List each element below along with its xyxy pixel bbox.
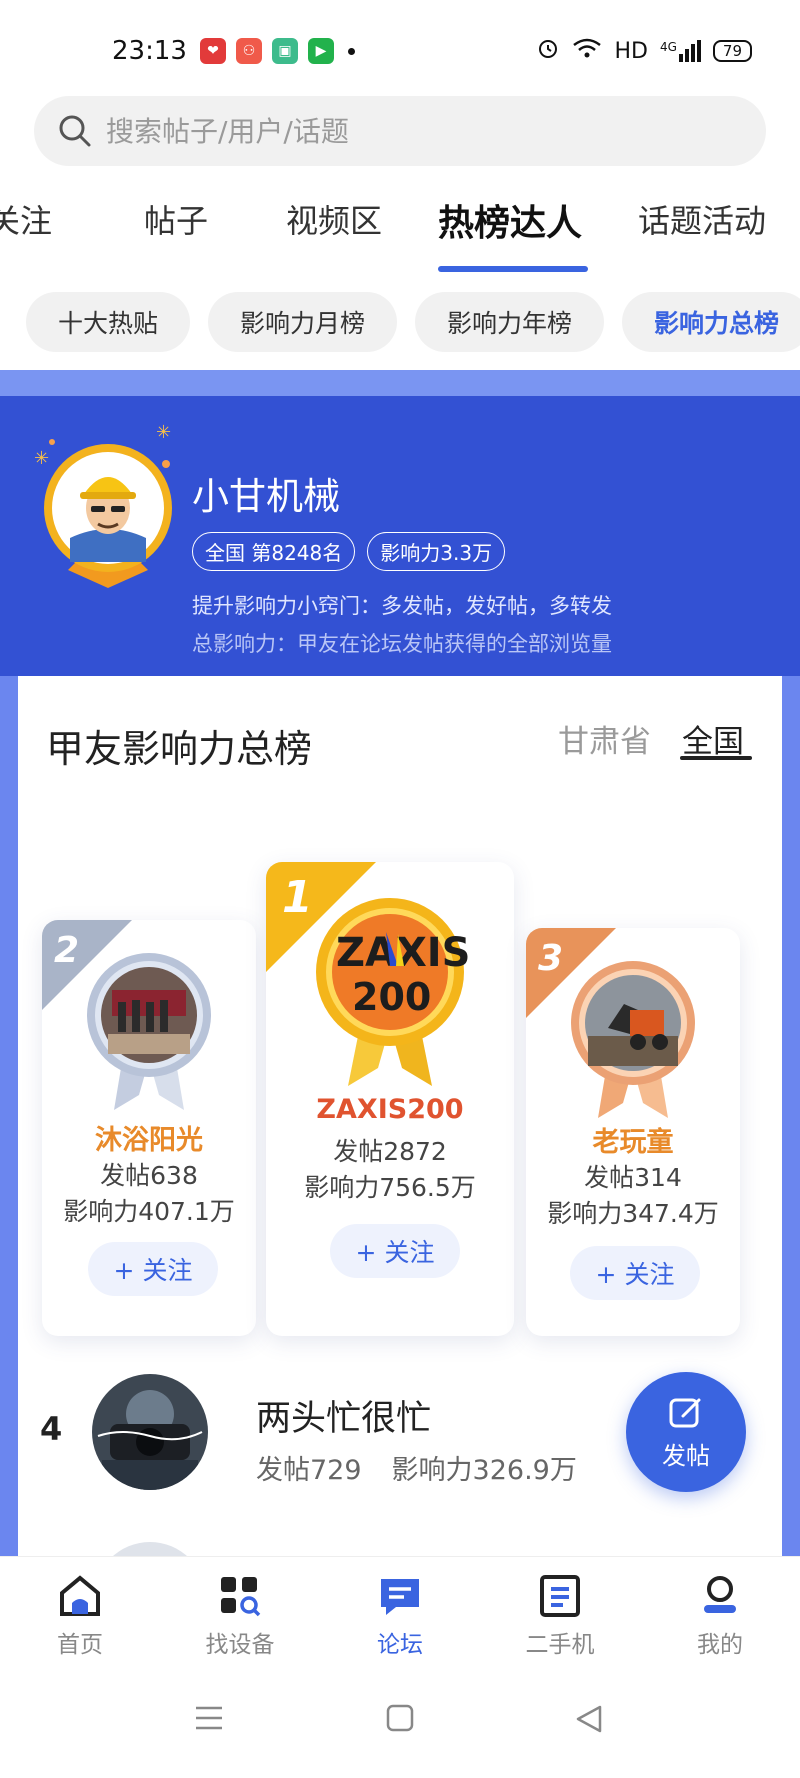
tab-hot-ranking[interactable]: 热榜达人 (438, 194, 582, 246)
tab-videos[interactable]: 视频区 (286, 196, 382, 242)
new-post-button[interactable]: 发帖 (626, 1372, 746, 1492)
search-icon (59, 115, 91, 147)
home-square-icon[interactable] (386, 1704, 414, 1732)
nav-find-equipment[interactable]: 找设备 (180, 1575, 300, 1659)
podium-influence-2: 影响力407.1万 (63, 1197, 235, 1226)
lottery-app-icon: ❤ (200, 38, 226, 64)
ranking-filter-chips: 十大热贴 影响力月榜 影响力年榜 影响力总榜 (26, 292, 800, 352)
nav-forum[interactable]: 论坛 (340, 1575, 460, 1659)
search-input[interactable] (106, 114, 706, 148)
more-notifications-dot (348, 47, 355, 55)
status-bar: 23:13 ❤ ⚇ ▣ ▶ HD 4G 79 (0, 0, 800, 92)
silver-medal-avatar (87, 953, 211, 1110)
influence-tip: 提升影响力小窍门：多发帖，发好帖，多转发 (192, 594, 612, 618)
notification-icons: ❤ ⚇ ▣ ▶ (200, 38, 355, 64)
list-stats-4: 发帖729 影响力326.9万 (256, 1448, 577, 1487)
podium-rank-2: 2 (54, 930, 80, 971)
status-right: HD 4G 79 (536, 36, 752, 66)
alarm-icon (536, 36, 560, 66)
my-influence-badge: 影响力3.3万 (367, 532, 506, 571)
new-post-label: 发帖 (662, 1441, 710, 1470)
my-name: 小甘机械 (192, 475, 340, 518)
podium-card-1[interactable]: 1 ZAXIS 200 ZAXIS200 发帖2872 影响力756.5万 + … (266, 862, 514, 1336)
podium-posts-1: 发帖2872 (333, 1137, 447, 1166)
top-tabs: 关注 帖子 视频区 热榜达人 话题活动 (0, 196, 800, 276)
podium-rank-3: 3 (538, 938, 564, 979)
chip-monthly[interactable]: 影响力月榜 (208, 292, 398, 352)
scope-country-tab[interactable]: 全国 (682, 716, 744, 761)
tab-posts[interactable]: 帖子 (144, 196, 208, 242)
podium-name-3: 老玩童 (592, 1127, 674, 1158)
podium-posts-2: 发帖638 (100, 1161, 198, 1190)
network-type: HD (614, 38, 648, 64)
follow-button-2[interactable]: + 关注 (88, 1242, 218, 1296)
band-side-left (0, 676, 18, 1556)
svg-text:200: 200 (352, 975, 431, 1019)
bronze-medal-avatar (571, 961, 695, 1118)
grid-search-icon (221, 1577, 261, 1617)
list-posts-4: 发帖729 (256, 1455, 362, 1486)
home-icon (60, 1575, 100, 1616)
back-icon[interactable] (574, 1704, 604, 1734)
podium-name-2: 沐浴阳光 (95, 1125, 203, 1156)
nav-second-hand[interactable]: 二手机 (500, 1575, 620, 1659)
chat-icon (381, 1579, 419, 1615)
tab-topics[interactable]: 话题活动 (638, 196, 766, 242)
team-app-icon: ⚇ (236, 38, 262, 64)
podium-name-1: ZAXIS200 (316, 1094, 464, 1125)
search-bar[interactable] (34, 96, 766, 166)
svg-text:✳: ✳ (156, 422, 171, 443)
bottom-nav: 首页 找设备 论坛 二手机 我的 (0, 1556, 800, 1666)
podium-influence-1: 影响力756.5万 (304, 1173, 476, 1202)
chip-top-ten[interactable]: 十大热贴 (26, 292, 191, 352)
list-name-4[interactable]: 两头忙很忙 (256, 1390, 431, 1441)
svg-text:✳: ✳ (34, 448, 49, 469)
band-top-strip (0, 370, 800, 396)
gold-medal-avatar: ZAXIS 200 (316, 898, 468, 1086)
influence-definition: 总影响力：甲友在论坛发帖获得的全部浏览量 (192, 632, 612, 656)
list-influence-4: 影响力326.9万 (391, 1455, 577, 1486)
tab-follow[interactable]: 关注 (0, 196, 52, 242)
list-avatar-4[interactable] (92, 1374, 208, 1490)
wifi-icon (572, 37, 602, 65)
svg-text:ZAXIS: ZAXIS (336, 930, 468, 976)
profile-icon (704, 1576, 736, 1613)
status-time: 23:13 (112, 36, 187, 66)
chip-yearly[interactable]: 影响力年榜 (415, 292, 605, 352)
my-rank-badge: 全国 第8248名 (192, 532, 356, 571)
system-nav-bar (0, 1666, 800, 1778)
board-title: 甲友影响力总榜 (46, 727, 313, 771)
scope-indicator (680, 756, 752, 760)
chip-overall[interactable]: 影响力总榜 (622, 292, 800, 352)
follow-button-3[interactable]: + 关注 (570, 1246, 700, 1300)
nav-profile[interactable]: 我的 (660, 1575, 780, 1659)
podium-posts-3: 发帖314 (584, 1163, 682, 1192)
my-badges: 全国 第8248名 影响力3.3万 (192, 532, 506, 571)
tab-indicator (438, 266, 588, 272)
podium-influence-3: 影响力347.4万 (547, 1199, 719, 1228)
podium-card-3[interactable]: 3 老玩童 发帖314 影响力347.4万 + 关注 (526, 928, 740, 1336)
nav-home[interactable]: 首页 (20, 1575, 140, 1659)
edit-icon (669, 1398, 701, 1427)
list-rank-4: 4 (40, 1410, 63, 1448)
podium-rank-1: 1 (282, 872, 313, 923)
menu-icon[interactable] (194, 1704, 224, 1732)
band-side-right (782, 676, 800, 1556)
video-app-icon: ▶ (308, 38, 334, 64)
signal-icon: 4G (660, 40, 701, 62)
document-icon (540, 1575, 580, 1617)
my-avatar[interactable]: ✳ ✳ (28, 420, 188, 590)
podium-card-2[interactable]: 2 沐浴阳光 发帖638 影响力407.1万 + 关注 (42, 920, 256, 1336)
shopping-app-icon: ▣ (272, 38, 298, 64)
battery-icon: 79 (712, 40, 752, 62)
scope-province-tab[interactable]: 甘肃省 (558, 716, 651, 761)
follow-button-1[interactable]: + 关注 (330, 1224, 460, 1278)
